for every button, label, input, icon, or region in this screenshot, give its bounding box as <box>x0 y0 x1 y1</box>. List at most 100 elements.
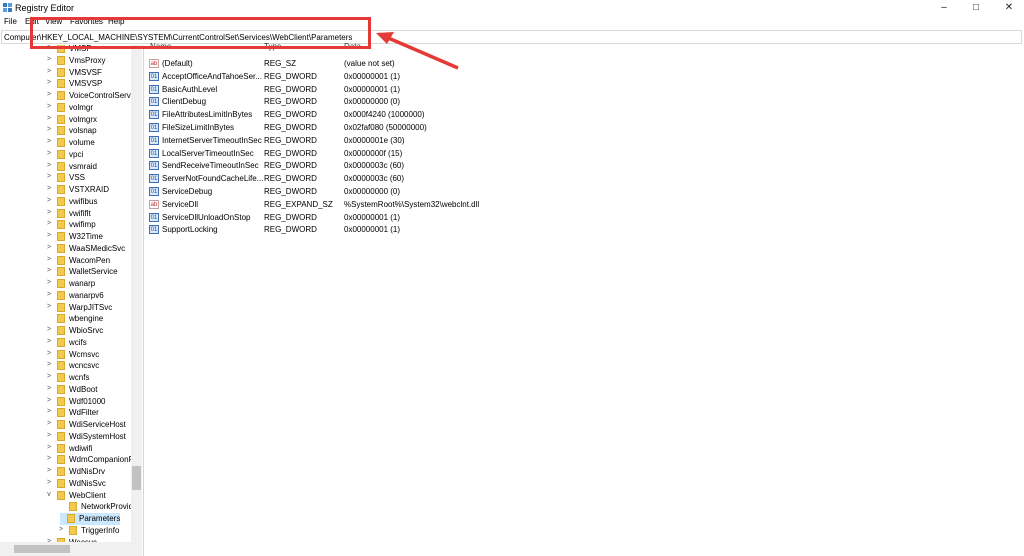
value-row[interactable]: 01 ServiceDebug REG_DWORD 0x00000000 (0) <box>146 186 546 198</box>
chevron-right-icon[interactable]: > <box>45 197 53 204</box>
tree-scroll-thumb[interactable] <box>132 466 141 490</box>
tree-item[interactable]: > WdiServiceHost <box>0 419 130 431</box>
tree-horizontal-scrollbar[interactable] <box>0 542 142 556</box>
tree-item[interactable]: > VSS <box>0 172 130 184</box>
value-row[interactable]: 01 AcceptOfficeAndTahoeSer... REG_DWORD 0x0… <box>146 71 546 83</box>
tree-hscroll-thumb[interactable] <box>14 545 70 553</box>
value-row[interactable]: 01 LocalServerTimeoutInSec REG_DWORD 0x0000… <box>146 148 546 160</box>
chevron-right-icon[interactable]: > <box>45 68 53 75</box>
tree-item[interactable]: > volume <box>0 137 130 149</box>
value-row[interactable]: 01 ServerNotFoundCacheLife... REG_DWORD 0x0… <box>146 173 546 185</box>
tree-item[interactable]: > VMSVSP <box>0 78 130 90</box>
tree-item[interactable]: > W32Time <box>0 231 130 243</box>
chevron-right-icon[interactable]: > <box>45 338 53 345</box>
value-row[interactable]: ab ServiceDll REG_EXPAND_SZ %SystemRoot%\Sy… <box>146 199 546 211</box>
chevron-right-icon[interactable]: > <box>45 103 53 110</box>
tree-item[interactable]: > WarpJITSvc <box>0 302 130 314</box>
chevron-right-icon[interactable]: > <box>45 432 53 439</box>
chevron-right-icon[interactable]: > <box>45 326 53 333</box>
tree-item[interactable]: > volmgr <box>0 102 130 114</box>
chevron-right-icon[interactable]: > <box>57 526 65 533</box>
tree-item[interactable]: > WalletService <box>0 266 130 278</box>
tree-item[interactable]: > Wdf01000 <box>0 396 130 408</box>
tree-item[interactable]: > WaaSMedicSvc <box>0 243 130 255</box>
maximize-button[interactable]: □ <box>966 1 986 14</box>
tree-item[interactable]: > VSTXRAID <box>0 184 130 196</box>
tree-item[interactable]: > TriggerInfo <box>0 525 130 537</box>
chevron-right-icon[interactable]: > <box>45 373 53 380</box>
chevron-right-icon[interactable]: > <box>45 479 53 486</box>
close-button[interactable]: ✕ <box>999 1 1019 14</box>
minimize-button[interactable]: – <box>934 1 954 14</box>
tree-item[interactable]: > WdNisSvc <box>0 478 130 490</box>
value-row[interactable]: 01 SupportLocking REG_DWORD 0x00000001 (1) <box>146 224 546 236</box>
chevron-right-icon[interactable]: > <box>45 350 53 357</box>
value-row[interactable]: 01 InternetServerTimeoutInSec REG_DWORD 0x0… <box>146 135 546 147</box>
chevron-right-icon[interactable]: > <box>45 303 53 310</box>
value-row[interactable]: 01 SendReceiveTimeoutInSec REG_DWORD 0x0000… <box>146 160 546 172</box>
chevron-right-icon[interactable]: > <box>45 150 53 157</box>
chevron-right-icon[interactable]: > <box>45 138 53 145</box>
tree-item[interactable]: > WdBoot <box>0 384 130 396</box>
tree-item[interactable]: > WdmCompanionF <box>0 454 133 466</box>
tree-item[interactable]: Parameters <box>60 513 120 525</box>
tree-item[interactable]: > wanarpv6 <box>0 290 130 302</box>
chevron-right-icon[interactable]: > <box>45 91 53 98</box>
chevron-right-icon[interactable]: > <box>45 256 53 263</box>
key-tree[interactable]: > VMSP > VmsProxy > VMSVSF > VMSVSP > VoiceContro… <box>0 45 144 556</box>
tree-item[interactable]: > wcncsvc <box>0 360 130 372</box>
menu-file[interactable]: File <box>4 17 17 26</box>
tree-item[interactable]: > WbioSrvc <box>0 325 130 337</box>
chevron-right-icon[interactable]: > <box>45 173 53 180</box>
chevron-right-icon[interactable]: > <box>45 420 53 427</box>
chevron-right-icon[interactable]: > <box>45 56 53 63</box>
chevron-right-icon[interactable]: > <box>45 408 53 415</box>
tree-item[interactable]: > vwifimp <box>0 219 130 231</box>
value-row[interactable]: 01 FileAttributesLimitInBytes REG_DWORD 0x0… <box>146 109 546 121</box>
values-pane[interactable]: Name Type Data ab (Default) REG_SZ (value n… <box>146 42 1024 556</box>
chevron-right-icon[interactable]: > <box>45 232 53 239</box>
tree-item[interactable]: > wanarp <box>0 278 130 290</box>
tree-item[interactable]: > WdiSystemHost <box>0 431 130 443</box>
chevron-right-icon[interactable]: > <box>45 361 53 368</box>
tree-item[interactable]: > volsnap <box>0 125 130 137</box>
tree-item[interactable]: wbengine <box>0 313 130 325</box>
chevron-right-icon[interactable]: > <box>45 397 53 404</box>
tree-item[interactable]: > vsmraid <box>0 161 130 173</box>
chevron-right-icon[interactable]: > <box>45 291 53 298</box>
chevron-right-icon[interactable]: > <box>45 185 53 192</box>
tree-vertical-scrollbar[interactable] <box>131 45 142 542</box>
chevron-right-icon[interactable]: > <box>45 244 53 251</box>
chevron-right-icon[interactable]: > <box>45 126 53 133</box>
chevron-right-icon[interactable]: > <box>45 79 53 86</box>
chevron-right-icon[interactable]: > <box>45 455 53 462</box>
chevron-right-icon[interactable]: > <box>45 267 53 274</box>
tree-item[interactable]: > volmgrx <box>0 114 130 126</box>
tree-item[interactable]: > wcnfs <box>0 372 130 384</box>
tree-item[interactable]: > VoiceControlServi <box>0 90 133 102</box>
tree-item[interactable]: > vpci <box>0 149 130 161</box>
value-row[interactable]: 01 ServiceDllUnloadOnStop REG_DWORD 0x00000… <box>146 212 546 224</box>
tree-item[interactable]: > wcifs <box>0 337 130 349</box>
tree-item[interactable]: > WdFilter <box>0 407 130 419</box>
tree-item[interactable]: NetworkProvid <box>0 501 133 513</box>
tree-item[interactable]: > vwifibus <box>0 196 130 208</box>
chevron-right-icon[interactable]: > <box>45 385 53 392</box>
chevron-right-icon[interactable]: > <box>45 444 53 451</box>
chevron-right-icon[interactable]: > <box>45 467 53 474</box>
value-row[interactable]: ab (Default) REG_SZ (value not set) <box>146 58 546 70</box>
tree-item[interactable]: > WdNisDrv <box>0 466 130 478</box>
tree-item[interactable]: > wdiwifi <box>0 443 130 455</box>
tree-item[interactable]: > vwififlt <box>0 208 130 220</box>
chevron-right-icon[interactable]: > <box>45 115 53 122</box>
chevron-right-icon[interactable]: > <box>45 279 53 286</box>
tree-item[interactable]: > VmsProxy <box>0 55 130 67</box>
chevron-right-icon[interactable]: > <box>45 209 53 216</box>
value-row[interactable]: 01 ClientDebug REG_DWORD 0x00000000 (0) <box>146 96 546 108</box>
tree-item[interactable]: > Wcmsvc <box>0 349 130 361</box>
tree-item[interactable]: > VMSVSF <box>0 67 130 79</box>
value-row[interactable]: 01 FileSizeLimitInBytes REG_DWORD 0x02faf08… <box>146 122 546 134</box>
value-row[interactable]: 01 BasicAuthLevel REG_DWORD 0x00000001 (1) <box>146 84 546 96</box>
chevron-right-icon[interactable]: > <box>45 162 53 169</box>
chevron-right-icon[interactable]: > <box>45 220 53 227</box>
